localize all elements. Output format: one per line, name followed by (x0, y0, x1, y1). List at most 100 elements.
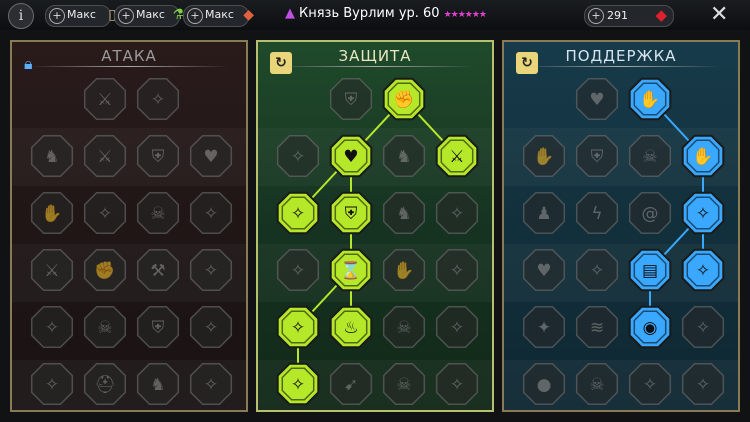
gems-counter[interactable]: + 291 ◆ (584, 5, 674, 27)
add-icon[interactable]: + (588, 8, 604, 24)
triple-flame-icon[interactable]: ♨ (329, 305, 373, 349)
brick-shield-icon[interactable]: ⛨ (329, 77, 373, 121)
add-icon[interactable]: + (187, 8, 203, 24)
cloak-icon[interactable]: ✧ (30, 305, 74, 349)
fist-icon[interactable]: ✊ (83, 248, 127, 292)
knight-shield-icon[interactable]: ⛨ (329, 191, 373, 235)
svg-text:⛨: ⛨ (152, 318, 165, 338)
skull-icon[interactable]: ☠ (628, 134, 672, 178)
spark-icon[interactable]: ✧ (30, 362, 74, 406)
resource-potion[interactable]: + Макс ⚗ (114, 5, 185, 27)
defense-panel: ↻ ЗАЩИТА ⛨ ✊ ✧ ♥ ♞ ⚔ ✧ ⛨ ♞ ✧ ✧ ⌛ ✋ ✧ ✧ ♨ ☠ ✧ ✧ ➹ ☠ ✧ (256, 40, 494, 412)
hooded-icon[interactable]: ✧ (276, 134, 320, 178)
orb-icon[interactable]: ● (522, 362, 566, 406)
svg-text:✧: ✧ (696, 261, 710, 281)
sword-shield-icon[interactable]: ⛨ (136, 305, 180, 349)
heart-icon[interactable]: ♥ (575, 77, 619, 121)
svg-text:✧: ✧ (643, 375, 657, 395)
svg-text:➹: ➹ (344, 375, 358, 395)
comet-icon[interactable]: ✧ (575, 248, 619, 292)
svg-text:✧: ✧ (450, 261, 464, 281)
resource-scroll[interactable]: + Макс ▯ (45, 5, 116, 27)
wind-icon[interactable]: ≋ (575, 305, 619, 349)
scatter-icon[interactable]: ✧ (189, 248, 233, 292)
skull-icon[interactable]: ☠ (575, 362, 619, 406)
shield-strike-icon[interactable]: ⛨ (136, 134, 180, 178)
blade-fan-icon[interactable]: ⚔ (83, 134, 127, 178)
armored-beast-icon[interactable]: ♞ (382, 134, 426, 178)
gem-icon: ◆ (655, 6, 667, 24)
svg-text:✧: ✧ (45, 318, 59, 338)
svg-text:♥: ♥ (203, 147, 218, 167)
champion-icon[interactable]: ✧ (189, 362, 233, 406)
svg-text:✧: ✧ (696, 375, 710, 395)
winged-beast-icon[interactable]: ♞ (136, 362, 180, 406)
demon-heart-icon[interactable]: ♥ (189, 134, 233, 178)
svg-text:✋: ✋ (393, 260, 414, 281)
axe-icon[interactable]: ⚒ (136, 248, 180, 292)
tentacle-face-icon[interactable]: ✧ (681, 248, 725, 292)
flowing-hand-icon[interactable]: ✋ (681, 134, 725, 178)
hourglass-icon[interactable]: ⌛ (329, 248, 373, 292)
svg-text:♥: ♥ (536, 261, 551, 281)
skull-icon[interactable]: ☠ (382, 305, 426, 349)
spiral-icon[interactable]: @ (628, 191, 672, 235)
beast-head-icon[interactable]: ♞ (30, 134, 74, 178)
svg-text:⛨: ⛨ (591, 147, 604, 167)
svg-text:✧: ✧ (291, 375, 305, 395)
resource-label: Макс (205, 8, 234, 21)
crossed-blades-icon[interactable]: ⚔ (435, 134, 479, 178)
lightning-icon[interactable]: ϟ (575, 191, 619, 235)
svg-text:✧: ✧ (204, 318, 218, 338)
claw-slash-icon[interactable]: ✧ (136, 77, 180, 121)
crossed-swords-icon[interactable]: ⚔ (83, 77, 127, 121)
raised-fist-icon[interactable]: ✊ (382, 77, 426, 121)
svg-text:✧: ✧ (204, 375, 218, 395)
praying-hands-icon[interactable]: ✋ (522, 134, 566, 178)
pillar-icon[interactable]: ✧ (276, 248, 320, 292)
info-button[interactable]: i (8, 3, 34, 29)
eagle-icon[interactable]: ✧ (681, 362, 725, 406)
skull-orb-icon[interactable]: ☠ (136, 191, 180, 235)
svg-text:☠: ☠ (97, 318, 112, 338)
bearded-icon[interactable]: ✧ (435, 191, 479, 235)
armored-lord-icon[interactable]: ✧ (276, 362, 320, 406)
add-icon[interactable]: + (49, 8, 65, 24)
compass-star-icon[interactable]: ✦ (522, 305, 566, 349)
beast-paw-icon[interactable]: ♞ (382, 191, 426, 235)
sorcerer-icon[interactable]: ✧ (435, 362, 479, 406)
book-icon[interactable]: ▤ (628, 248, 672, 292)
horned-icon[interactable]: ✧ (435, 248, 479, 292)
dagger-hand-icon[interactable]: ✋ (30, 191, 74, 235)
resource-meat[interactable]: + Макс ◆ (183, 5, 254, 27)
feather-shield-icon[interactable]: ⛨ (575, 134, 619, 178)
svg-text:⚔: ⚔ (449, 147, 464, 167)
sword-hit-icon[interactable]: ✧ (189, 191, 233, 235)
robed-icon[interactable]: ✧ (628, 362, 672, 406)
heart-hands-icon[interactable]: ♥ (522, 248, 566, 292)
warrior-icon[interactable]: ✧ (189, 305, 233, 349)
blade-up-icon[interactable]: ⚔ (30, 248, 74, 292)
svg-text:✋: ✋ (639, 89, 660, 110)
guard-stance-icon[interactable]: ✧ (276, 191, 320, 235)
close-button[interactable]: ✕ (710, 2, 728, 27)
figures-icon[interactable]: ♟ (522, 191, 566, 235)
runner-icon[interactable]: ✧ (681, 305, 725, 349)
fangs-icon[interactable]: ✧ (83, 191, 127, 235)
open-hand-icon[interactable]: ✋ (382, 248, 426, 292)
faction-triangle-icon: ▲ (285, 6, 295, 21)
demon-skull-icon[interactable]: ☠ (382, 362, 426, 406)
slash-icon[interactable]: ✧ (435, 305, 479, 349)
svg-text:✧: ✧ (204, 261, 218, 281)
svg-text:✧: ✧ (291, 147, 305, 167)
eye-icon[interactable]: ◉ (628, 305, 672, 349)
dash-icon[interactable]: ✧ (276, 305, 320, 349)
swirl-hand-icon[interactable]: ✋ (628, 77, 672, 121)
defense-skill-tree: ⛨ ✊ ✧ ♥ ♞ ⚔ ✧ ⛨ ♞ ✧ ✧ ⌛ ✋ ✧ ✧ ♨ ☠ ✧ ✧ ➹ ☠ ✧ (276, 77, 479, 406)
silhouette-icon[interactable]: ✧ (681, 191, 725, 235)
heart-hand-icon[interactable]: ♥ (329, 134, 373, 178)
add-icon[interactable]: + (118, 8, 134, 24)
skull-icon[interactable]: ☠ (83, 305, 127, 349)
arrows-icon[interactable]: ➹ (329, 362, 373, 406)
helmet-icon[interactable]: ⛑ (83, 362, 127, 406)
